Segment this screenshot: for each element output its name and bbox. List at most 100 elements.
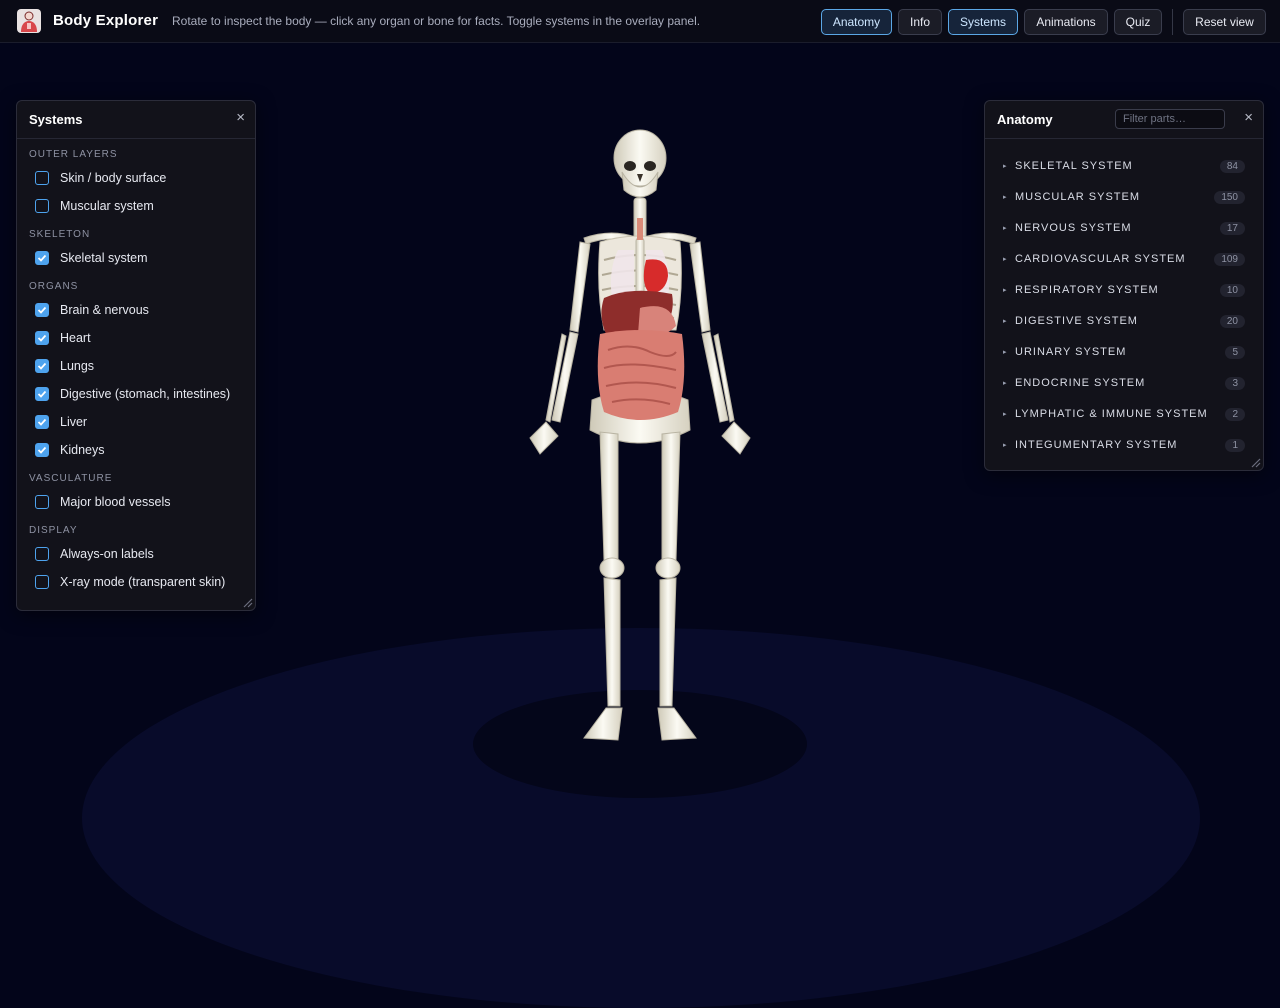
- toggle-label: Muscular system: [60, 199, 154, 213]
- toggle-label: Brain & nervous: [60, 303, 149, 317]
- filter-parts-input[interactable]: [1115, 109, 1225, 129]
- animations-button[interactable]: Animations: [1024, 9, 1108, 35]
- systems-button[interactable]: Systems: [948, 9, 1018, 35]
- toggle-always-on-labels[interactable]: Always-on labels: [35, 544, 154, 564]
- checkbox-unchecked-icon[interactable]: [35, 495, 49, 509]
- caret-right-icon: ▸: [1003, 287, 1007, 294]
- anatomy-item-respiratory[interactable]: ▸ RESPIRATORY SYSTEM 10: [1003, 280, 1245, 300]
- anatomy-item-label: NERVOUS SYSTEM: [1015, 222, 1132, 234]
- count-badge: 1: [1225, 438, 1245, 452]
- anatomy-item-nervous[interactable]: ▸ NERVOUS SYSTEM 17: [1003, 218, 1245, 238]
- anatomy-item-label: LYMPHATIC & IMMUNE SYSTEM: [1015, 408, 1208, 420]
- toggle-brain[interactable]: Brain & nervous: [35, 300, 149, 320]
- toggle-lungs[interactable]: Lungs: [35, 356, 94, 376]
- toggle-muscular[interactable]: Muscular system: [35, 196, 154, 216]
- toggle-skeletal[interactable]: Skeletal system: [35, 248, 148, 268]
- checkbox-checked-icon[interactable]: [35, 331, 49, 345]
- anatomy-item-skeletal[interactable]: ▸ SKELETAL SYSTEM 84: [1003, 156, 1245, 176]
- quiz-button[interactable]: Quiz: [1114, 9, 1162, 35]
- count-badge: 2: [1225, 407, 1245, 421]
- trachea[interactable]: [637, 218, 643, 240]
- toggle-xray-mode[interactable]: X-ray mode (transparent skin): [35, 572, 225, 592]
- checkbox-unchecked-icon[interactable]: [35, 199, 49, 213]
- anatomy-item-muscular[interactable]: ▸ MUSCULAR SYSTEM 150: [1003, 187, 1245, 207]
- caret-right-icon: ▸: [1003, 349, 1007, 356]
- close-icon[interactable]: ×: [236, 109, 245, 127]
- human-body-icon: [17, 9, 41, 33]
- caret-right-icon: ▸: [1003, 442, 1007, 449]
- checkbox-checked-icon[interactable]: [35, 359, 49, 373]
- close-icon[interactable]: ×: [1244, 109, 1253, 127]
- app-title: Body Explorer: [53, 12, 159, 29]
- anatomy-item-integumentary[interactable]: ▸ INTEGUMENTARY SYSTEM 1: [1003, 435, 1245, 455]
- body-model-viewport[interactable]: [500, 120, 780, 760]
- anatomy-item-label: URINARY SYSTEM: [1015, 346, 1127, 358]
- anatomy-item-label: ENDOCRINE SYSTEM: [1015, 377, 1146, 389]
- systems-panel-title: Systems: [29, 112, 83, 127]
- anatomy-item-cardiovascular[interactable]: ▸ CARDIOVASCULAR SYSTEM 109: [1003, 249, 1245, 269]
- anatomy-button[interactable]: Anatomy: [821, 9, 892, 35]
- group-skeleton: Skeleton: [29, 229, 91, 240]
- anatomy-item-endocrine[interactable]: ▸ ENDOCRINE SYSTEM 3: [1003, 373, 1245, 393]
- anatomy-item-label: MUSCULAR SYSTEM: [1015, 191, 1141, 203]
- checkbox-unchecked-icon[interactable]: [35, 171, 49, 185]
- checkbox-checked-icon[interactable]: [35, 303, 49, 317]
- reset-view-button[interactable]: Reset view: [1183, 9, 1266, 35]
- count-badge: 20: [1219, 314, 1245, 328]
- count-badge: 3: [1225, 376, 1245, 390]
- systems-panel-header: Systems ×: [17, 101, 255, 139]
- checkbox-checked-icon[interactable]: [35, 443, 49, 457]
- toolbar-divider: [1172, 9, 1173, 35]
- anatomy-item-label: SKELETAL SYSTEM: [1015, 160, 1133, 172]
- toggle-label: Kidneys: [60, 443, 105, 457]
- toggle-label: X-ray mode (transparent skin): [60, 575, 226, 589]
- toggle-blood-vessels[interactable]: Major blood vessels: [35, 492, 170, 512]
- checkbox-unchecked-icon[interactable]: [35, 575, 49, 589]
- anatomy-item-urinary[interactable]: ▸ URINARY SYSTEM 5: [1003, 342, 1245, 362]
- toggle-label: Skin / body surface: [60, 171, 167, 185]
- anatomy-item-lymphatic[interactable]: ▸ LYMPHATIC & IMMUNE SYSTEM 2: [1003, 404, 1245, 424]
- top-toolbar: Body Explorer Rotate to inspect the body…: [0, 0, 1280, 43]
- group-outer-layers: Outer layers: [29, 149, 118, 160]
- checkbox-checked-icon[interactable]: [35, 387, 49, 401]
- anatomy-item-digestive[interactable]: ▸ DIGESTIVE SYSTEM 20: [1003, 311, 1245, 331]
- caret-right-icon: ▸: [1003, 163, 1007, 170]
- caret-right-icon: ▸: [1003, 380, 1007, 387]
- toggle-label: Heart: [60, 331, 91, 345]
- checkbox-checked-icon[interactable]: [35, 415, 49, 429]
- caret-right-icon: ▸: [1003, 411, 1007, 418]
- caret-right-icon: ▸: [1003, 225, 1007, 232]
- caret-right-icon: ▸: [1003, 194, 1007, 201]
- toggle-heart[interactable]: Heart: [35, 328, 91, 348]
- systems-panel: Systems × Outer layers Skin / body surfa…: [16, 100, 256, 611]
- group-vasculature: Vasculature: [29, 473, 113, 484]
- toggle-label: Lungs: [60, 359, 95, 373]
- anatomy-panel-title: Anatomy: [997, 112, 1053, 127]
- count-badge: 17: [1219, 221, 1245, 235]
- toggle-skin[interactable]: Skin / body surface: [35, 168, 166, 188]
- group-organs: Organs: [29, 281, 79, 292]
- count-badge: 84: [1219, 159, 1245, 173]
- intestines[interactable]: [597, 330, 685, 420]
- anatomy-item-label: RESPIRATORY SYSTEM: [1015, 284, 1159, 296]
- toggle-label: Liver: [60, 415, 88, 429]
- resize-grip-icon[interactable]: [241, 596, 253, 608]
- anatomy-item-label: CARDIOVASCULAR SYSTEM: [1015, 253, 1186, 265]
- checkbox-checked-icon[interactable]: [35, 251, 49, 265]
- checkbox-unchecked-icon[interactable]: [35, 547, 49, 561]
- count-badge: 5: [1225, 345, 1245, 359]
- toggle-kidneys[interactable]: Kidneys: [35, 440, 104, 460]
- info-button[interactable]: Info: [898, 9, 942, 35]
- count-badge: 109: [1214, 252, 1245, 266]
- toggle-liver[interactable]: Liver: [35, 412, 87, 432]
- resize-grip-icon[interactable]: [1249, 456, 1261, 468]
- toggle-label: Major blood vessels: [60, 495, 171, 509]
- anatomy-panel: Anatomy × ▸ SKELETAL SYSTEM 84 ▸ MUSCULAR S…: [984, 100, 1264, 471]
- anatomy-item-label: DIGESTIVE SYSTEM: [1015, 315, 1138, 327]
- anatomy-item-label: INTEGUMENTARY SYSTEM: [1015, 439, 1178, 451]
- toggle-label: Skeletal system: [60, 251, 148, 265]
- caret-right-icon: ▸: [1003, 256, 1007, 263]
- toggle-digestive[interactable]: Digestive (stomach, intestines): [35, 384, 230, 404]
- group-display: Display: [29, 525, 78, 536]
- app-subtitle: Rotate to inspect the body — click any o…: [172, 14, 701, 28]
